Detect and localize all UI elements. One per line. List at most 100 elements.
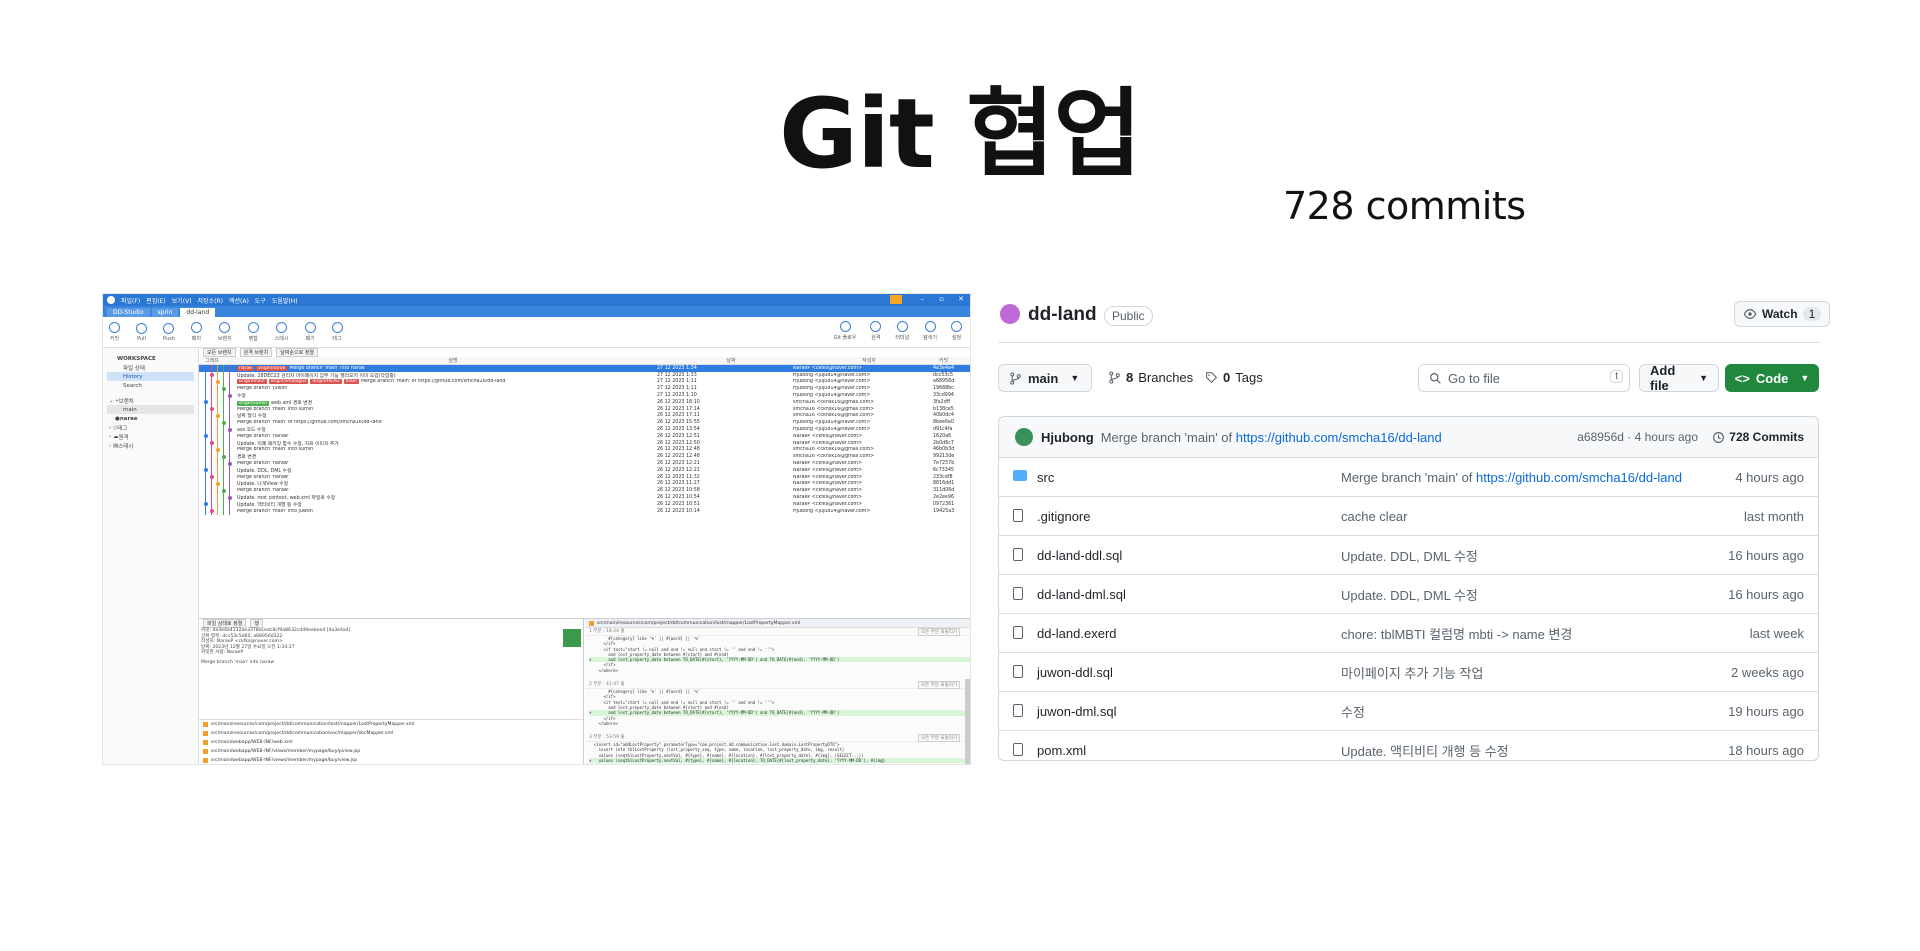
filter-dropdown[interactable]: 원격 브랜치	[239, 348, 273, 357]
sidebar-item-search[interactable]: Search	[103, 381, 198, 390]
file-last-commit[interactable]: Update. DDL, DML 수정	[1341, 546, 1478, 565]
sidebar-section-tags[interactable]: › ◇ 태그	[103, 423, 198, 432]
file-row[interactable]: juwon-ddl.sql 마이페이지 추가 기능 작업 2 weeks ago	[999, 653, 1818, 692]
add-file-button[interactable]: Add file ▼	[1639, 363, 1719, 393]
latest-commit-message[interactable]: Merge branch 'main' of https://github.co…	[1101, 430, 1442, 445]
toolbar-button[interactable]: 브랜치	[218, 322, 232, 342]
column-author[interactable]: 작성자	[799, 357, 939, 364]
changed-file-row[interactable]: src/main/webapp/WEB-INF/views/member/myp…	[199, 747, 583, 756]
file-row[interactable]: dd-land-ddl.sql Update. DDL, DML 수정 16 hou…	[999, 536, 1818, 575]
file-name[interactable]: src	[1037, 470, 1054, 485]
toolbar-button[interactable]: 병합	[247, 322, 259, 342]
table-row[interactable]: Update. 액티비티 개행 등 수정 26 12 2023 10:51 Nara…	[199, 500, 970, 508]
file-last-commit[interactable]: Update. DDL, DML 수정	[1341, 585, 1478, 604]
view-option-dropdown[interactable]: 파일 상태로 정렬	[203, 619, 247, 628]
file-row[interactable]: src Merge branch 'main' of https://github…	[999, 458, 1818, 497]
file-row[interactable]: dd-land.exerd chore: tblMBTI 컬럼명 mbti -> …	[999, 614, 1818, 653]
toolbar-button[interactable]: 패치	[190, 322, 202, 342]
file-row[interactable]: dd-land-dml.sql Update. DDL, DML 수정 16 hou…	[999, 575, 1818, 614]
revert-hunk-2-button[interactable]: 모든 부분 되돌리기	[918, 681, 960, 690]
commit-author[interactable]: Hjubong	[1041, 430, 1094, 445]
sidebar-branch-narae[interactable]: ● narae	[103, 414, 198, 423]
toolbar-button[interactable]: 탐색기	[923, 321, 937, 341]
repo-tab[interactable]: DD-Studio	[107, 308, 150, 317]
table-row[interactable]: origin/main origin/smalogus origin/HEAD mai…	[199, 378, 970, 386]
menu-item[interactable]: 도움말(H)	[272, 296, 298, 305]
table-row[interactable]: Update. 나개View 수정 26 12 2023 11:27 NaraeP …	[199, 480, 970, 487]
file-name[interactable]: pom.xml	[1037, 743, 1086, 758]
table-row[interactable]: ass 코드 수정 26 12 2023 13:54 Hjubong <jujud1…	[199, 426, 970, 433]
toolbar-button[interactable]: Pull	[136, 322, 147, 342]
file-row[interactable]: pom.xml Update. 액티비티 개행 등 수정 18 hours ago	[999, 731, 1818, 760]
revert-hunk-1-button[interactable]: 모든 부분 되돌리기	[918, 628, 960, 636]
go-to-file-input[interactable]: Go to file t	[1418, 364, 1630, 392]
menu-item[interactable]: 보기(V)	[172, 296, 192, 305]
minimize-icon[interactable]: –	[921, 295, 925, 303]
toolbar-button[interactable]: 원격	[870, 321, 882, 341]
file-last-commit[interactable]: 마이페이지 추가 기능 작업	[1341, 663, 1483, 682]
revert-hunk-3-button[interactable]: 모든 부분 되돌리기	[918, 734, 960, 743]
changed-file-row[interactable]: src/main/webapp/WEB-INF/views/member/myp…	[199, 756, 583, 764]
latest-commit-link[interactable]: https://github.com/smcha16/dd-land	[1236, 430, 1442, 445]
toolbar-button[interactable]: Push	[163, 322, 175, 342]
toolbar-button[interactable]: 스태시	[275, 322, 289, 342]
sidebar-item-file-status[interactable]: 파일 상태	[103, 363, 198, 372]
watch-button[interactable]: Watch 1	[1734, 301, 1831, 327]
file-row[interactable]: juwon-dml.sql 수정 19 hours ago	[999, 692, 1818, 731]
file-name[interactable]: dd-land-ddl.sql	[1037, 548, 1122, 563]
table-row[interactable]: origin/sumin web.xml 경로 변경 26 12 2023 18:1…	[199, 398, 970, 406]
file-name[interactable]: dd-land.exerd	[1037, 626, 1117, 641]
toolbar-button[interactable]: 폐기	[304, 322, 316, 342]
file-name[interactable]: dd-land-dml.sql	[1037, 587, 1126, 602]
close-icon[interactable]: ✕	[958, 295, 964, 303]
file-last-commit[interactable]: Merge branch 'main' of https://github.co…	[1341, 470, 1682, 485]
filter-dropdown[interactable]: 모든 브랜치	[203, 348, 236, 357]
latest-commit-meta[interactable]: a68956d · 4 hours ago	[1577, 430, 1698, 444]
repo-name[interactable]: dd-land	[1028, 304, 1097, 326]
column-commit[interactable]: 커밋	[939, 357, 969, 364]
toolbar-button[interactable]: 커밋	[109, 322, 120, 342]
filter-dropdown[interactable]: 날짜순으로 정렬	[276, 348, 318, 357]
menu-item[interactable]: 저장소(R)	[198, 296, 223, 305]
toolbar-button[interactable]: 터미널	[895, 321, 909, 341]
file-last-commit[interactable]: chore: tblMBTI 컬럼명 mbti -> name 변경	[1341, 624, 1572, 643]
maximize-icon[interactable]: ▫	[939, 295, 944, 303]
sidebar-section-branches[interactable]: ⌄ ⑂ 브랜치	[103, 396, 198, 405]
table-row[interactable]: 경로 변경 26 12 2023 12:48 smcha16 <ckhsk16@gm…	[199, 453, 970, 460]
changed-file-row[interactable]: src/main/webapp/WEB-INF/web.xml	[199, 738, 583, 747]
changed-file-row[interactable]: src/main/resources/com/project/dd/commun…	[199, 729, 583, 738]
sidebar-section-remotes[interactable]: › ☁ 원격	[103, 432, 198, 441]
branches-link[interactable]: 8 Branches	[1108, 370, 1193, 385]
file-row[interactable]: .gitignore cache clear last month	[999, 497, 1818, 536]
menu-item[interactable]: 파일(F)	[121, 296, 140, 305]
menu-item[interactable]: 도구	[255, 296, 266, 305]
column-description[interactable]: 설명	[243, 357, 663, 364]
toolbar-button[interactable]: 설정	[951, 321, 962, 341]
repo-tab[interactable]: sprin	[151, 308, 179, 317]
sidebar-item-history[interactable]: History	[107, 372, 194, 381]
sidebar-branch-main[interactable]: main	[107, 405, 194, 414]
table-row[interactable]: Update. 지폐 패키징 함수 수정, 지프 이미지 추가 26 12 202…	[199, 439, 970, 447]
file-last-commit[interactable]: 수정	[1341, 702, 1365, 721]
notification-icon[interactable]	[890, 295, 902, 304]
column-graph[interactable]: 그래프	[199, 357, 243, 364]
toolbar-button[interactable]: Git 플로우	[834, 321, 856, 341]
sidebar-section-stash[interactable]: › ▤ 스태시	[103, 441, 198, 450]
commits-history-link[interactable]: 728 Commits	[1712, 430, 1804, 444]
view-option-dropdown[interactable]: 행	[250, 619, 263, 628]
column-date[interactable]: 날짜	[663, 357, 799, 364]
file-name[interactable]: juwon-dml.sql	[1037, 704, 1116, 719]
branch-select-button[interactable]: main ▼	[998, 364, 1092, 392]
file-last-commit[interactable]: cache clear	[1341, 509, 1407, 524]
file-name[interactable]: juwon-ddl.sql	[1037, 665, 1113, 680]
menu-item[interactable]: 편집(E)	[146, 296, 166, 305]
toolbar-button[interactable]: 태그	[331, 322, 343, 342]
file-commit-link[interactable]: https://github.com/smcha16/dd-land	[1476, 470, 1682, 485]
file-name[interactable]: .gitignore	[1037, 509, 1090, 524]
table-row[interactable]: Merge branch 'main' into juwon 26 12 2023…	[199, 507, 970, 515]
diff-scrollbar[interactable]	[965, 679, 970, 764]
table-row[interactable]: Update. DDL, DML 수정 26 12 2023 12:21 Narae…	[199, 466, 970, 474]
code-button[interactable]: <> Code ▼	[1725, 364, 1819, 392]
repo-tab[interactable]: dd-land	[180, 308, 216, 317]
table-row[interactable]: 날짜 형식 수정 26 12 2023 17:11 smcha16 <ckhsk16…	[199, 412, 970, 419]
